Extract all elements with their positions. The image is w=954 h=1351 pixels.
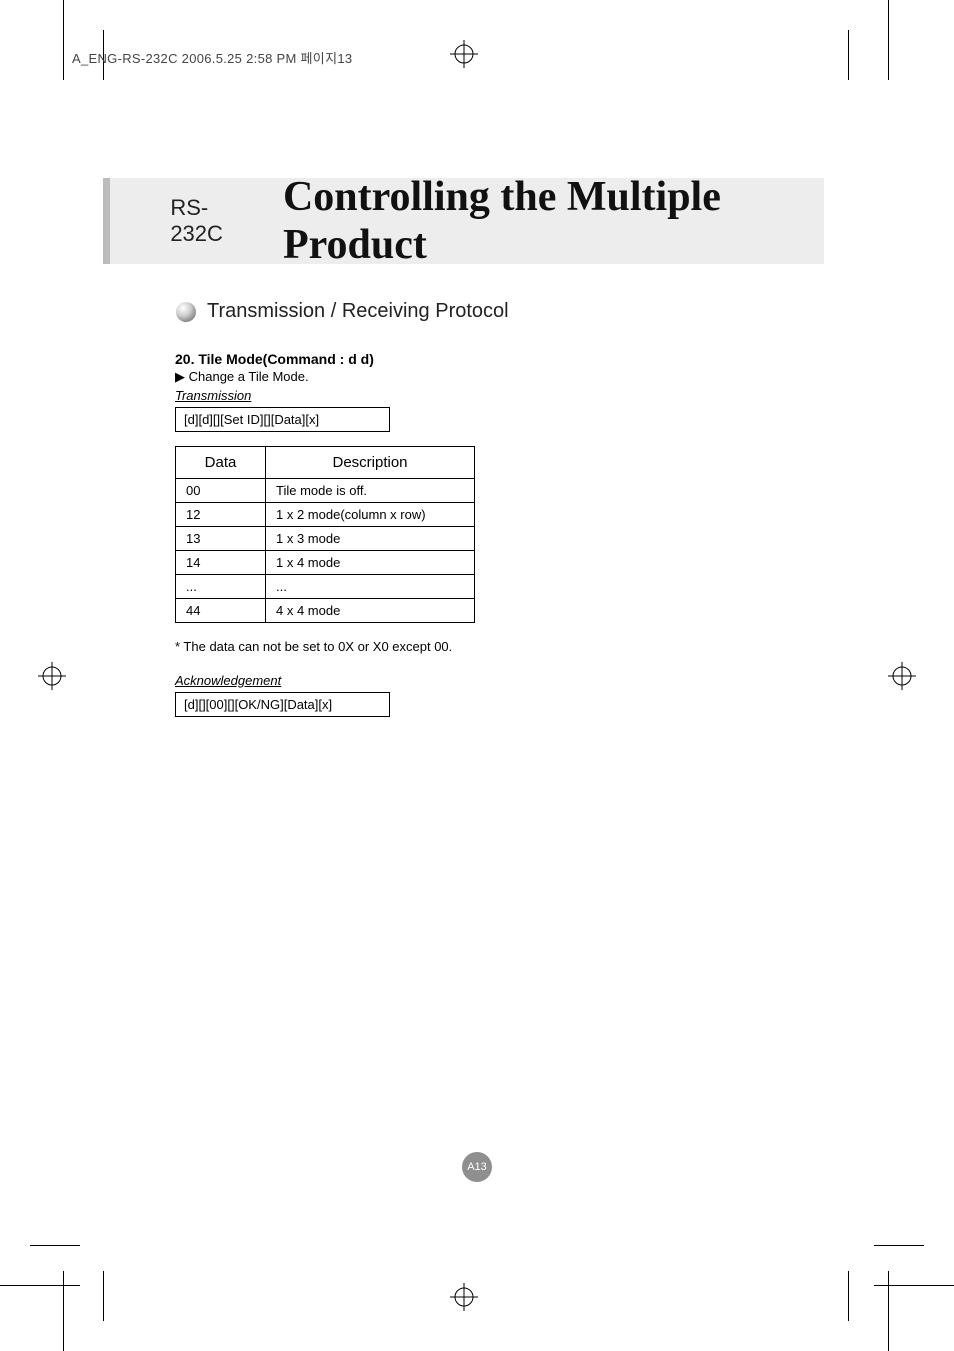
- table-cell-data: 12: [176, 503, 266, 527]
- table-header-data: Data: [176, 447, 266, 479]
- registration-mark-bottom: [450, 1283, 478, 1311]
- table-footnote: * The data can not be set to 0X or X0 ex…: [175, 639, 795, 654]
- transmission-label: Transmission: [175, 388, 251, 403]
- sphere-bullet-icon: [175, 301, 197, 323]
- table-cell-desc: 1 x 2 mode(column x row): [266, 503, 475, 527]
- section-heading-row: Transmission / Receiving Protocol: [175, 300, 795, 323]
- page-title: Controlling the Multiple Product: [283, 173, 824, 269]
- file-header-text: A_ENG-RS-232C 2006.5.25 2:58 PM 페이지13: [72, 48, 352, 67]
- table-header-row: Data Description: [176, 447, 475, 479]
- table-cell-desc: ...: [266, 575, 475, 599]
- title-banner: RS-232C Controlling the Multiple Product: [103, 178, 824, 264]
- table-row: 12 1 x 2 mode(column x row): [176, 503, 475, 527]
- title-prefix: RS-232C: [170, 195, 253, 247]
- command-title: 20. Tile Mode(Command : d d): [175, 351, 795, 367]
- triangle-bullet-icon: ▶: [175, 369, 185, 384]
- table-cell-data: 44: [176, 599, 266, 623]
- table-cell-desc: Tile mode is off.: [266, 479, 475, 503]
- table-cell-data: ...: [176, 575, 266, 599]
- table-row: ... ...: [176, 575, 475, 599]
- transmission-syntax-box: [d][d][][Set ID][][Data][x]: [175, 407, 390, 432]
- table-cell-desc: 1 x 3 mode: [266, 527, 475, 551]
- tile-mode-table: Data Description 00 Tile mode is off. 12…: [175, 446, 475, 623]
- command-description-text: Change a Tile Mode.: [189, 369, 309, 384]
- crop-mark-top-right: [844, 0, 954, 110]
- registration-mark-left: [38, 662, 66, 690]
- command-description: ▶ Change a Tile Mode.: [175, 369, 795, 385]
- table-row: 14 1 x 4 mode: [176, 551, 475, 575]
- title-accent-bar: [103, 178, 110, 264]
- table-row: 44 4 x 4 mode: [176, 599, 475, 623]
- table-row: 00 Tile mode is off.: [176, 479, 475, 503]
- table-cell-desc: 1 x 4 mode: [266, 551, 475, 575]
- table-cell-data: 14: [176, 551, 266, 575]
- table-header-description: Description: [266, 447, 475, 479]
- table-row: 13 1 x 3 mode: [176, 527, 475, 551]
- page-number-badge: A13: [462, 1152, 492, 1182]
- table-cell-data: 13: [176, 527, 266, 551]
- acknowledgement-syntax-box: [d][][00][][OK/NG][Data][x]: [175, 692, 390, 717]
- acknowledgement-label: Acknowledgement: [175, 673, 281, 688]
- registration-mark-top: [450, 40, 478, 68]
- table-cell-desc: 4 x 4 mode: [266, 599, 475, 623]
- table-cell-data: 00: [176, 479, 266, 503]
- content-area: Transmission / Receiving Protocol 20. Ti…: [175, 300, 795, 731]
- registration-mark-right: [888, 662, 916, 690]
- crop-mark-bottom-right: [814, 1211, 954, 1351]
- section-heading: Transmission / Receiving Protocol: [207, 300, 509, 323]
- crop-mark-bottom-left: [0, 1211, 140, 1351]
